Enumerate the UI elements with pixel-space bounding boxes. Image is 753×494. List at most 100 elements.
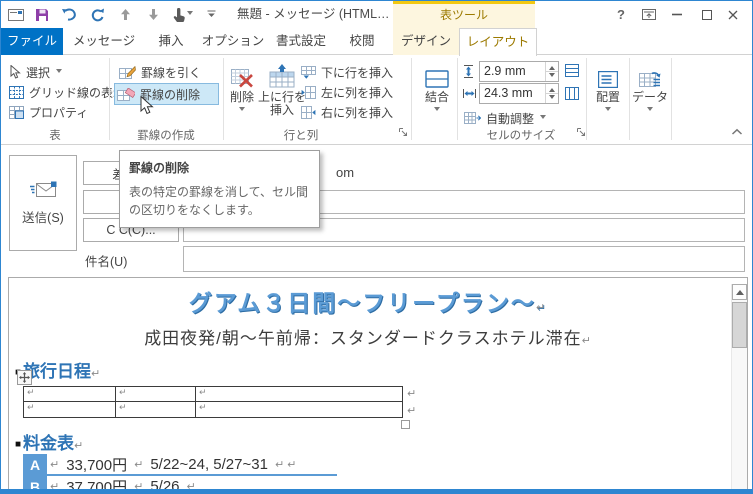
tab-format-text[interactable]: 書式設定 [269,28,333,55]
tooltip-body: 表の特定の罫線を消して、セル間の区切りをなくします。 [129,185,309,217]
price-value: 37,700円 [66,478,128,490]
heading-prices: ■ 料金表↵ [15,434,84,453]
titlebar: 無題 - メッセージ (HTML… 表ツール ? [1,1,752,28]
table-cell[interactable]: ↵ [116,402,196,417]
border-eraser-button[interactable]: 罫線の削除 [114,83,219,105]
table-cell[interactable]: ↵ [24,402,116,417]
delete-label: 削除 [229,90,254,104]
price-value: 33,700円 [66,456,128,474]
select-label: 選択 [26,65,51,80]
scroll-up-button[interactable] [732,284,747,300]
group-label-table: 表 [49,130,61,142]
delete-table-icon [230,60,254,88]
ribbon: 選択 グリッド線の表示 プロパティ 表 罫線を引く 罫線の削除 罫線の作成 削除… [1,56,752,145]
dialog-launcher-icon[interactable] [399,128,408,137]
data-button[interactable]: データ [631,60,669,114]
price-dates: 5/22~24, 5/27~31 [150,455,268,473]
row-height-down[interactable] [546,71,558,81]
table-cell[interactable]: ↵ [196,402,402,417]
body-scrollbar[interactable] [731,284,747,489]
insert-right-icon [301,105,316,119]
row-height-spinbox[interactable]: 2.9 mm [479,61,559,82]
close-button[interactable] [721,1,745,28]
send-envelope-icon [29,181,57,199]
row-end-mark: ↵ [407,388,417,400]
insert-above-icon [269,60,295,88]
distribute-rows-icon[interactable] [565,64,579,77]
touch-mode-dropdown[interactable] [184,1,194,28]
price-row-b[interactable]: B ↵ 37,700円 ↵ 5/26 ↵ [23,476,337,489]
table-move-handle[interactable] [17,370,32,385]
column-width-icon [462,87,477,100]
table-properties-label: プロパティ [29,105,89,120]
itinerary-table[interactable]: ↵ ↵ ↵ ↵ ↵ ↵ [23,386,403,418]
table-cell[interactable]: ↵ [116,387,196,402]
row-height-value: 2.9 mm [484,64,526,78]
draw-border-button[interactable]: 罫線を引く [117,62,203,82]
redo-icon[interactable] [86,1,108,28]
minimize-button[interactable] [665,1,689,28]
autofit-label: 自動調整 [486,111,535,126]
column-width-down[interactable] [546,93,558,103]
contextual-tool-header: 表ツール [393,1,535,28]
row-height-up[interactable] [546,62,558,71]
tab-file[interactable]: ファイル [1,28,63,55]
collapse-ribbon-button[interactable] [731,128,743,136]
subject-input[interactable] [183,246,745,272]
previous-item-icon[interactable] [114,1,136,28]
group-label-cell-size: セルのサイズ [486,130,556,142]
from-address-value: om [336,165,355,180]
distribute-columns-icon[interactable] [565,87,579,100]
delete-button[interactable]: 削除 [227,60,257,114]
tooltip-title: 罫線の削除 [129,161,190,175]
doc-subtitle: 成田夜発/朝～午前帰：スタンダードクラスホテル滞在↵ [144,329,592,348]
insert-below-button[interactable]: 下に行を挿入 [299,62,395,82]
tooltip-border-eraser: 罫線の削除 表の特定の罫線を消して、セル間の区切りをなくします。 [119,150,320,228]
message-body-editor[interactable]: グアム３日間～フリープラン～↵ 成田夜発/朝～午前帰：スタンダードクラスホテル滞… [8,277,748,489]
price-row-a[interactable]: A ↵ 33,700円 ↵ 5/22~24, 5/27~31 ↵ ↵ [23,454,337,476]
scroll-thumb[interactable] [732,302,747,348]
autofit-icon [464,112,481,124]
price-dates: 5/26 [150,477,180,490]
group-label-draw-borders: 罫線の作成 [137,130,195,142]
message-window-icon[interactable] [5,1,27,28]
table-resize-handle[interactable] [401,420,410,429]
tab-design[interactable]: デザイン [395,28,457,55]
tab-insert[interactable]: 挿入 [145,28,197,55]
save-icon[interactable] [31,1,53,28]
draw-border-icon [119,65,136,79]
insert-right-button[interactable]: 右に列を挿入 [299,102,395,122]
autofit-button[interactable]: 自動調整 [462,108,548,128]
table-cell[interactable]: ↵ [196,387,402,402]
help-button[interactable]: ? [611,1,631,28]
maximize-button[interactable] [695,1,719,28]
insert-left-button[interactable]: 左に列を挿入 [299,82,395,102]
send-button[interactable]: 送信(S) [9,155,77,251]
merge-button[interactable]: 結合 [417,60,457,114]
heading-prices-text: 料金表 [23,434,75,453]
tab-layout[interactable]: レイアウト [459,28,537,56]
window-bottom-border [1,489,752,493]
dialog-launcher-icon[interactable] [577,128,586,137]
ribbon-display-options-button[interactable] [637,1,661,28]
insert-left-label: 左に列を挿入 [321,85,394,100]
send-label: 送信(S) [22,210,64,225]
tab-message[interactable]: メッセージ [67,28,141,55]
insert-below-label: 下に行を挿入 [321,65,394,80]
price-row-label: A [23,454,47,476]
select-button[interactable]: 選択 [7,62,64,82]
row-end-mark: ↵ [407,405,417,417]
qat-more-icon[interactable] [200,1,222,28]
next-item-icon[interactable] [142,1,164,28]
table-cell[interactable]: ↵ [24,387,116,402]
price-row-label: B [23,476,47,489]
column-width-up[interactable] [546,84,558,93]
tab-review[interactable]: 校閲 [337,28,387,55]
data-label: データ [631,90,668,104]
table-properties-button[interactable]: プロパティ [7,102,90,122]
tab-options[interactable]: オプション [201,28,265,55]
price-table[interactable]: A ↵ 33,700円 ↵ 5/22~24, 5/27~31 ↵ ↵ B ↵ 37… [23,454,337,489]
alignment-button[interactable]: 配置 [589,60,627,114]
column-width-spinbox[interactable]: 24.3 mm [479,83,559,104]
undo-icon[interactable] [58,1,80,28]
